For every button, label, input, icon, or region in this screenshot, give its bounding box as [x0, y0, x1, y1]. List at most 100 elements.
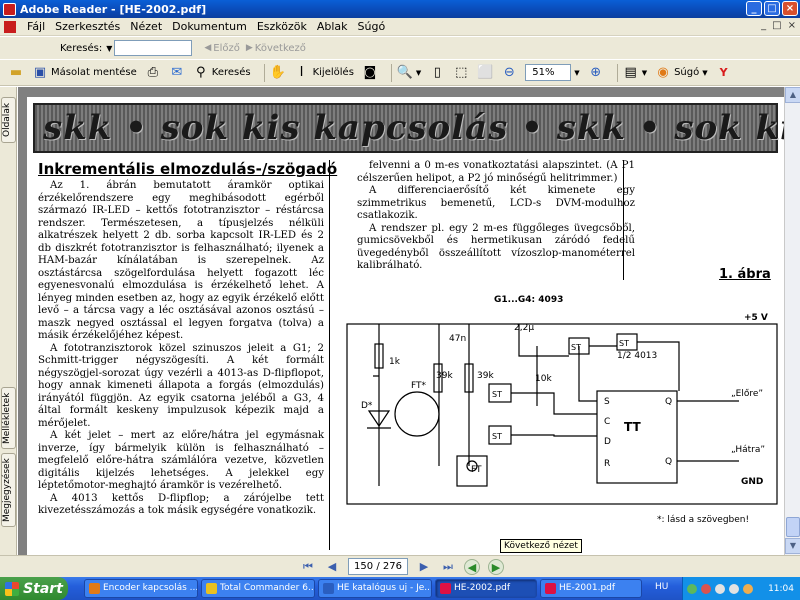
tab-comments[interactable]: Megjegyzések — [1, 453, 16, 527]
task-total-commander[interactable]: Total Commander 6.... — [201, 579, 315, 598]
help-button[interactable]: ◉ Súgó ▼ — [655, 64, 707, 81]
menu-help[interactable]: Súgó — [353, 20, 391, 33]
find-previous-button[interactable]: ◀ Előző — [204, 43, 240, 54]
zoom-out-button[interactable]: ⊖ — [501, 65, 517, 81]
print-button[interactable]: ⎙ — [145, 65, 161, 81]
figure-label: 1. ábra — [719, 267, 771, 282]
last-page-button[interactable]: ⏭ — [440, 559, 456, 575]
word-icon — [323, 583, 334, 594]
vertical-scrollbar[interactable]: ▲ ▼ — [784, 87, 800, 555]
tab-attachments[interactable]: Mellékletek — [1, 387, 16, 449]
previous-page-button[interactable]: ◀ — [324, 559, 340, 575]
search-options-dropdown-icon[interactable]: ▼ — [106, 44, 112, 53]
find-next-button[interactable]: ▶ Következő — [246, 43, 306, 54]
next-page-button[interactable]: ▶ — [416, 559, 432, 575]
task-label: Encoder kapcsolás ... — [103, 583, 198, 593]
page-banner: skk • sok kis kapcsolás • skk • sok kis … — [33, 103, 784, 153]
minimize-button[interactable]: _ — [746, 1, 762, 16]
save-copy-label: Másolat mentése — [51, 67, 137, 78]
tooltip: Következő nézet — [500, 539, 582, 553]
select-tool-label: Kijelölés — [312, 67, 354, 78]
camera-icon: ◙ — [363, 64, 377, 80]
maximize-button[interactable]: □ — [764, 1, 780, 16]
forward-output-label: „Előre” — [731, 389, 763, 399]
scroll-thumb[interactable] — [786, 517, 800, 537]
start-button[interactable]: Start — [0, 577, 68, 600]
page-number-input[interactable]: 150 / 276 — [348, 558, 408, 575]
task-encoder[interactable]: Encoder kapcsolás ... — [84, 579, 198, 598]
article-column-2: felvenni a 0 m-es vonatkoztatási alapszi… — [357, 160, 635, 273]
document-view[interactable]: skk • sok kis kapcsolás • skk • sok kis … — [18, 87, 784, 555]
open-button[interactable]: ▬ — [8, 65, 24, 81]
menu-tools[interactable]: Eszközök — [252, 20, 312, 33]
doc-minimize-button[interactable]: _ — [761, 20, 766, 31]
paragraph: A 4013 kettős D-flipflop; a zárójelbe te… — [38, 492, 324, 517]
fit-width-icon: ⬜ — [477, 64, 494, 80]
navigation-panel: Oldalak Mellékletek Megjegyzések — [0, 87, 17, 555]
snapshot-button[interactable]: ◙ — [362, 65, 378, 81]
zoom-input[interactable]: 51% — [525, 64, 572, 81]
menu-document[interactable]: Dokumentum — [167, 20, 252, 33]
tab-pages[interactable]: Oldalak — [1, 97, 16, 143]
hand-icon: ✋ — [269, 64, 286, 80]
tray-icon[interactable] — [701, 583, 711, 594]
article-column-1: Az 1. ábrán bemutatott áramkör optikai é… — [38, 180, 324, 518]
zoom-tool-button[interactable]: 🔍 ▼ — [397, 65, 421, 81]
actual-size-button[interactable]: ▯ — [429, 65, 445, 81]
menu-file[interactable]: Fájl — [22, 20, 50, 33]
task-he-catalog[interactable]: HE katalógus uj - Je... — [318, 579, 432, 598]
windows-taskbar: Start Encoder kapcsolás ... Total Comman… — [0, 577, 800, 600]
menu-view[interactable]: Nézet — [125, 20, 167, 33]
help-icon: ◉ — [657, 64, 669, 80]
windows-flag-icon — [5, 581, 20, 596]
fit-width-button[interactable]: ⬜ — [477, 65, 493, 81]
tray-icon[interactable] — [687, 583, 697, 594]
tray-icon[interactable] — [743, 583, 753, 594]
document-icon[interactable] — [4, 20, 16, 33]
menu-edit[interactable]: Szerkesztés — [50, 20, 125, 33]
tray-icon[interactable] — [729, 583, 739, 594]
email-icon: ✉ — [171, 64, 183, 80]
gnd-label: GND — [741, 477, 763, 487]
fit-page-icon: ⬚ — [455, 64, 468, 80]
task-label: HE-2001.pdf — [559, 583, 616, 593]
doc-restore-button[interactable]: □ — [772, 20, 781, 31]
close-button[interactable]: × — [782, 1, 798, 16]
task-he-2002[interactable]: HE-2002.pdf — [435, 579, 537, 598]
hand-tool-button[interactable]: ✋ — [270, 65, 286, 81]
document-window-controls: _ □ × — [761, 20, 796, 31]
select-tool-button[interactable]: I Kijelölés — [294, 65, 354, 81]
email-button[interactable]: ✉ — [169, 65, 185, 81]
svg-text:D: D — [604, 437, 611, 447]
search-toolbar: Keresés: ▼ ◀ Előző ▶ Következő — [0, 37, 800, 59]
menu-window[interactable]: Ablak — [312, 20, 353, 33]
scroll-up-button[interactable]: ▲ — [785, 87, 800, 103]
tray-icon[interactable] — [715, 583, 725, 594]
next-view-button[interactable]: ▶ — [488, 558, 504, 575]
print-icon: ⎙ — [147, 64, 158, 80]
doc-close-button[interactable]: × — [788, 20, 796, 31]
task-label: HE-2002.pdf — [454, 583, 511, 593]
toolbar-separator — [390, 63, 392, 82]
zoom-level[interactable]: 51% ▼ — [525, 64, 580, 81]
task-he-2001[interactable]: HE-2001.pdf — [540, 579, 642, 598]
fit-page-button[interactable]: ⬚ — [453, 65, 469, 81]
toolbar-separator — [616, 63, 618, 82]
dropdown-icon: ▼ — [415, 68, 422, 77]
page-layout-button[interactable]: ▤ ▼ — [623, 65, 648, 81]
adobe-logo-icon: Y — [719, 65, 728, 79]
save-copy-button[interactable]: ▣ Másolat mentése — [32, 65, 137, 81]
arrow-left-icon: ◀ — [204, 43, 212, 53]
scroll-down-button[interactable]: ▼ — [785, 538, 800, 554]
search-button[interactable]: ⚲ Keresés — [193, 65, 251, 81]
search-input[interactable] — [114, 40, 193, 56]
adobe-logo-button[interactable]: Y — [716, 65, 732, 81]
search-label: Keresés: — [60, 42, 103, 54]
previous-view-button[interactable]: ◀ — [464, 558, 480, 575]
svg-text:ST: ST — [492, 390, 502, 399]
adobe-reader-icon — [3, 2, 16, 16]
article-heading: Inkrementális elmozdulás-/szögadó — [38, 160, 338, 178]
language-indicator[interactable]: HU — [655, 582, 668, 592]
zoom-in-button[interactable]: ⊕ — [588, 65, 604, 81]
first-page-button[interactable]: ⏮ — [300, 559, 316, 575]
